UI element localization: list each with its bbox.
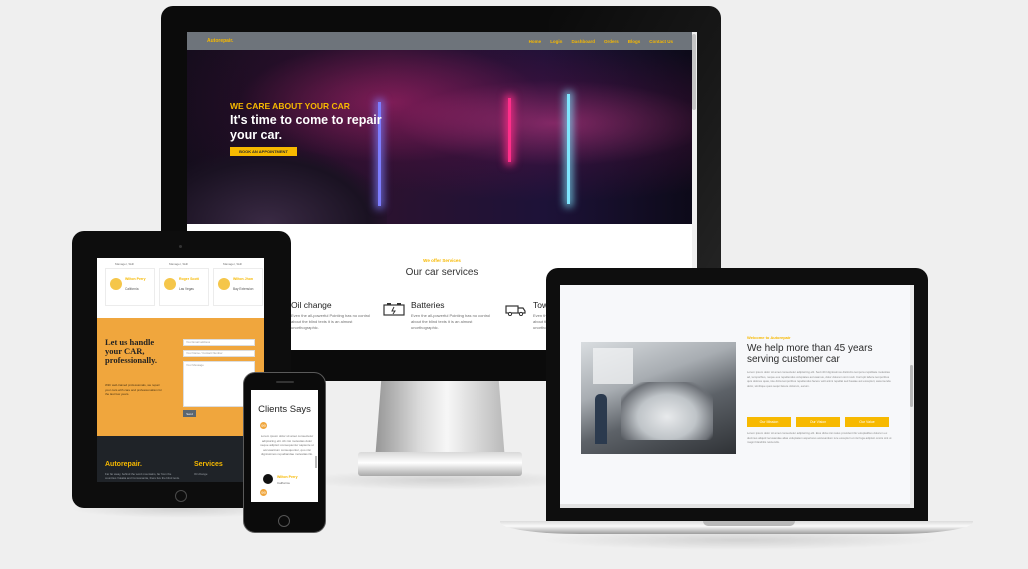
desktop-scroll-thumb[interactable] xyxy=(692,34,696,110)
client-name: Wilton Jhon xyxy=(233,277,253,281)
about-title: We help more than 45 years serving custo… xyxy=(747,343,873,365)
tablet-footer: Autorepair. Services Far far away, behin… xyxy=(97,436,264,482)
footer-desc: Far far away, behind the word mountains,… xyxy=(105,472,180,480)
hero-title: It's time to come to repair your car. xyxy=(230,113,382,142)
tablet-screen: Manager, Skill Manager, Skill Manager, S… xyxy=(97,258,264,482)
car-image xyxy=(621,382,713,440)
service-desc: Even the all-powerful Pointing has no co… xyxy=(291,313,371,330)
client-place: California xyxy=(125,287,139,291)
neon-light-cyan xyxy=(567,94,570,204)
client-place: Las Vegas xyxy=(179,287,194,291)
client-card: Wilton Perry California xyxy=(105,268,155,306)
nav-dashboard[interactable]: Dashboard xyxy=(571,39,595,44)
laptop-screen: Welcome to Autorepair We help more than … xyxy=(560,285,914,508)
hero-banner: WE CARE ABOUT YOUR CAR It's time to come… xyxy=(187,50,697,224)
avatar xyxy=(164,278,176,290)
footer-link[interactable]: Oil change xyxy=(194,472,207,476)
laptop-notch xyxy=(703,521,795,526)
tablet-home-button[interactable] xyxy=(175,490,187,502)
testimonial-cards: Manager, Skill Manager, Skill Manager, S… xyxy=(97,262,264,312)
contact-desc: With well-trained professionals, we repa… xyxy=(105,383,163,396)
client-card: Roger Scott Las Vegas xyxy=(159,268,209,306)
clients-says-title: Clients Says xyxy=(258,404,311,415)
avatar xyxy=(218,278,230,290)
client-name: Wilton Perry xyxy=(125,277,146,281)
garage-window xyxy=(593,348,633,384)
our-mission-button[interactable]: Our Mission xyxy=(747,417,791,427)
testimonial-text: Lorem ipsum dolor sit amet consectetur a… xyxy=(260,434,314,456)
laptop-scroll-thumb[interactable] xyxy=(910,365,913,407)
client-place: California xyxy=(277,481,290,485)
quote-badge: 99 xyxy=(260,489,267,496)
service-name: Oil change xyxy=(291,300,332,310)
card-head: Manager, Skill xyxy=(223,262,242,266)
card-head: Manager, Skill xyxy=(169,262,188,266)
hero-car-image xyxy=(187,150,387,224)
service-name: Batteries xyxy=(411,300,445,310)
contact-title: Let us handle your CAR, professionally. xyxy=(105,337,158,365)
avatar xyxy=(110,278,122,290)
nav-login[interactable]: Login xyxy=(550,39,562,44)
nav-home[interactable]: Home xyxy=(529,39,542,44)
contact-section: Let us handle your CAR, professionally. … xyxy=(97,318,264,436)
quote-badge: 99 xyxy=(260,422,267,429)
nav-contact[interactable]: Contact Us xyxy=(649,39,673,44)
email-field[interactable]: Your Email address xyxy=(183,339,255,346)
avatar xyxy=(263,474,273,484)
garage-photo xyxy=(581,342,736,454)
tow-truck-icon xyxy=(505,305,526,316)
card-head: Manager, Skill xyxy=(115,262,134,266)
our-vision-button[interactable]: Our Vision xyxy=(796,417,840,427)
service-desc: Even the all-powerful Pointing has no co… xyxy=(411,313,491,330)
nav-orders[interactable]: Orders xyxy=(604,39,619,44)
phone-home-button[interactable] xyxy=(278,515,290,527)
phone-scrollbar[interactable] xyxy=(315,456,317,468)
client-name: Roger Scott xyxy=(179,277,199,281)
client-name: Wilton Perry xyxy=(277,475,298,479)
desktop-navbar: Autorepair. Home Login Dashboard Orders … xyxy=(187,32,697,50)
client-card: Wilton Jhon Bay Extension xyxy=(213,268,263,306)
client-place: Bay Extension xyxy=(233,287,254,291)
footer-brand: Autorepair. xyxy=(105,461,142,468)
phone-speaker xyxy=(276,381,294,383)
about-paragraph-2: Lorem ipsum dolor sit amet consectetur a… xyxy=(747,431,892,445)
site-logo[interactable]: Autorepair. xyxy=(207,38,233,44)
battery-icon xyxy=(383,303,405,316)
book-appointment-button[interactable]: BOOK AN APPOINTMENT xyxy=(230,147,297,156)
nav-links: Home Login Dashboard Orders Blogs Contac… xyxy=(529,39,673,44)
monitor-stand-base xyxy=(358,452,522,476)
our-value-button[interactable]: Our Value xyxy=(845,417,889,427)
about-paragraph: Lorem ipsum dolor sit amet consectetur a… xyxy=(747,370,891,388)
tablet-camera xyxy=(179,245,182,248)
laptop-horizontal-scrollbar[interactable] xyxy=(560,504,910,508)
neon-light-pink xyxy=(508,98,511,162)
nav-blogs[interactable]: Blogs xyxy=(628,39,641,44)
send-button[interactable]: Send xyxy=(183,410,196,417)
about-kicker: Welcome to Autorepair xyxy=(747,335,791,340)
mechanic-figure xyxy=(595,394,607,444)
name-field[interactable]: Your Name / Contact Number xyxy=(183,350,255,357)
monitor-stand xyxy=(375,381,505,453)
hero-kicker: WE CARE ABOUT YOUR CAR xyxy=(230,101,350,111)
footer-services-heading: Services xyxy=(194,461,223,468)
phone-screen: Clients Says 99 Lorem ipsum dolor sit am… xyxy=(251,390,318,502)
